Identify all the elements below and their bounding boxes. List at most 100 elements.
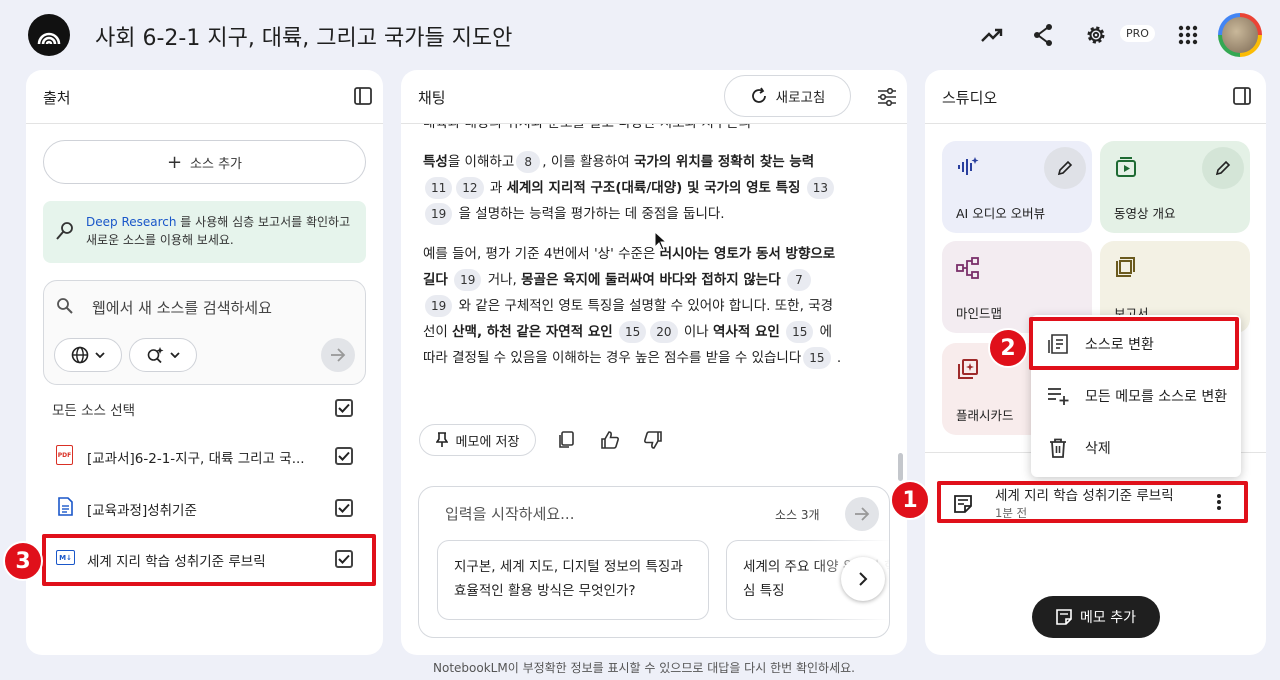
trash-icon bbox=[1050, 438, 1066, 458]
note-icon bbox=[954, 495, 972, 513]
citation-chip[interactable]: 15 bbox=[803, 347, 831, 369]
step-badge-2: 2 bbox=[988, 328, 1028, 368]
web-source-dropdown[interactable] bbox=[54, 338, 122, 372]
avatar-image bbox=[1222, 17, 1258, 53]
markdown-icon: M↓ bbox=[56, 550, 75, 565]
source-item-label: 세계 지리 학습 성취기준 루브릭 bbox=[87, 554, 266, 570]
research-mode-dropdown[interactable] bbox=[129, 338, 197, 372]
audio-wave-icon bbox=[958, 157, 979, 175]
source-item[interactable]: [교육과정]성취기준 bbox=[26, 488, 383, 528]
search-input[interactable]: 웹에서 새 소스를 검색하세요 bbox=[92, 297, 272, 318]
add-source-label: 소스 추가 bbox=[190, 156, 243, 172]
send-button[interactable] bbox=[845, 497, 879, 531]
chevron-right-icon bbox=[858, 572, 867, 586]
sources-panel: 출처 + 소스 추가 Deep Research 를 사용해 심층 보고서를 확… bbox=[26, 70, 383, 655]
thumbs-up-icon[interactable] bbox=[597, 427, 623, 453]
citation-chip[interactable]: 7 bbox=[786, 269, 811, 291]
source-checkbox[interactable] bbox=[335, 499, 353, 517]
convert-source-icon bbox=[1048, 334, 1068, 354]
chat-response-paragraph: 특성을 이해하고 8, 이를 활용하여 국가의 위치를 정확히 찾는 능력 11 1… bbox=[423, 149, 843, 227]
source-item[interactable]: M↓ 세계 지리 학습 성취기준 루브릭 bbox=[26, 539, 383, 579]
citation-chip[interactable]: 12 bbox=[456, 177, 484, 199]
chat-title: 채팅 bbox=[418, 89, 446, 107]
chat-panel: 채팅 새로고침 대륙과 대양의 위치와 분포를 알고 다양한 지도와 지구본의 … bbox=[401, 70, 907, 655]
magnifier-icon bbox=[56, 222, 73, 240]
app-logo[interactable] bbox=[28, 14, 70, 56]
add-source-button[interactable]: + 소스 추가 bbox=[43, 140, 366, 184]
menu-convert-to-source[interactable]: 소스로 변환 bbox=[1031, 318, 1241, 370]
citation-chip[interactable]: 13 bbox=[806, 177, 835, 199]
studio-tile-video[interactable]: 동영상 개요 bbox=[1100, 141, 1250, 233]
note-time: 1분 전 bbox=[995, 506, 1028, 520]
chat-response-cut-line: 대륙과 대양의 위치와 분포를 알고 다양한 지도와 지구본의 bbox=[423, 124, 843, 136]
citation-chip[interactable]: 11 bbox=[425, 177, 453, 199]
playlist-add-icon bbox=[1048, 388, 1069, 405]
plus-icon: + bbox=[166, 151, 183, 173]
chat-settings-icon[interactable] bbox=[875, 85, 899, 109]
note-item[interactable]: 세계 지리 학습 성취기준 루브릭 1분 전 bbox=[937, 480, 1249, 524]
note-add-icon bbox=[1056, 609, 1072, 625]
citation-chip[interactable]: 15 bbox=[786, 321, 814, 343]
analytics-icon[interactable] bbox=[978, 22, 1006, 48]
save-to-note-button[interactable]: 메모에 저장 bbox=[419, 424, 536, 456]
source-item[interactable]: PDF [교과서]6-2-1-지구, 대륙 그리고 국... bbox=[26, 436, 383, 476]
select-all-label: 모든 소스 선택 bbox=[52, 403, 136, 419]
step-badge-1: 1 bbox=[890, 480, 930, 520]
copy-icon[interactable] bbox=[554, 428, 578, 452]
studio-title: 스튜디오 bbox=[942, 89, 998, 107]
chevron-down-icon bbox=[95, 352, 105, 358]
refresh-label: 새로고침 bbox=[775, 90, 826, 106]
citation-chip[interactable]: 20 bbox=[650, 321, 678, 343]
edit-pencil-icon[interactable] bbox=[1044, 147, 1086, 189]
suggestions-next-button[interactable] bbox=[841, 557, 885, 601]
thumbs-down-icon[interactable] bbox=[640, 427, 666, 453]
pin-icon bbox=[435, 432, 448, 447]
step-badge-3: 3 bbox=[3, 541, 43, 581]
share-icon[interactable] bbox=[1030, 21, 1056, 49]
settings-gear-icon[interactable] bbox=[1082, 21, 1110, 49]
collapse-panel-icon[interactable] bbox=[352, 85, 374, 107]
user-avatar[interactable] bbox=[1218, 13, 1262, 57]
source-item-label: [교과서]6-2-1-지구, 대륙 그리고 국... bbox=[87, 451, 305, 467]
divider bbox=[925, 123, 1266, 124]
source-checkbox[interactable] bbox=[335, 447, 353, 465]
studio-tile-audio[interactable]: AI 오디오 오버뷰 bbox=[942, 141, 1092, 233]
report-icon bbox=[1116, 257, 1135, 277]
menu-delete[interactable]: 삭제 bbox=[1031, 422, 1241, 474]
source-count-label: 소스 3개 bbox=[775, 508, 820, 522]
citation-chip[interactable]: 19 bbox=[425, 295, 453, 317]
citation-chip[interactable]: 19 bbox=[425, 203, 453, 225]
video-overview-icon bbox=[1116, 157, 1136, 177]
chat-input[interactable]: 입력을 시작하세요... bbox=[445, 503, 574, 524]
menu-convert-all-notes[interactable]: 모든 메모를 소스로 변환 bbox=[1031, 370, 1241, 422]
add-note-button[interactable]: 메모 추가 bbox=[1032, 596, 1160, 638]
arrow-right-icon bbox=[331, 348, 346, 362]
menu-item-label: 소스로 변환 bbox=[1085, 337, 1154, 353]
arrow-right-icon bbox=[855, 507, 870, 521]
deep-research-banner[interactable]: Deep Research 를 사용해 심층 보고서를 확인하고 새로운 소스를… bbox=[43, 201, 366, 263]
apps-grid-icon[interactable] bbox=[1176, 23, 1200, 47]
globe-icon bbox=[71, 346, 89, 364]
sparkle-search-icon bbox=[147, 347, 164, 364]
scrollbar[interactable] bbox=[898, 453, 903, 481]
notebooklm-logo-icon bbox=[37, 32, 61, 45]
search-submit-button[interactable] bbox=[321, 338, 355, 372]
source-checkbox[interactable] bbox=[335, 550, 353, 568]
studio-tile-label: 동영상 개요 bbox=[1114, 206, 1176, 221]
citation-chip[interactable]: 19 bbox=[454, 269, 482, 291]
menu-item-label: 모든 메모를 소스로 변환 bbox=[1085, 389, 1228, 405]
flashcard-icon bbox=[958, 359, 978, 379]
chat-response-paragraph: 예를 들어, 평가 기준 4번에서 '상' 수준은 러시아는 영토가 동서 방향… bbox=[423, 241, 843, 371]
collapse-panel-icon[interactable] bbox=[1231, 85, 1253, 107]
select-all-checkbox[interactable] bbox=[335, 399, 353, 417]
citation-chip[interactable]: 8 bbox=[516, 151, 541, 173]
suggestion-chip[interactable]: 지구본, 세계 지도, 디지털 정보의 특징과 효율적인 활용 방식은 무엇인가… bbox=[437, 540, 709, 620]
more-vert-icon[interactable] bbox=[1213, 492, 1225, 512]
refresh-button[interactable]: 새로고침 bbox=[724, 75, 851, 117]
note-context-menu: 소스로 변환 모든 메모를 소스로 변환 삭제 bbox=[1031, 315, 1241, 477]
edit-pencil-icon[interactable] bbox=[1202, 147, 1244, 189]
citation-chip[interactable]: 15 bbox=[619, 321, 647, 343]
page-title[interactable]: 사회 6-2-1 지구, 대륙, 그리고 국가들 지도안 bbox=[95, 20, 512, 52]
studio-tile-label: AI 오디오 오버뷰 bbox=[956, 206, 1046, 221]
deep-research-link[interactable]: Deep Research bbox=[86, 215, 176, 229]
